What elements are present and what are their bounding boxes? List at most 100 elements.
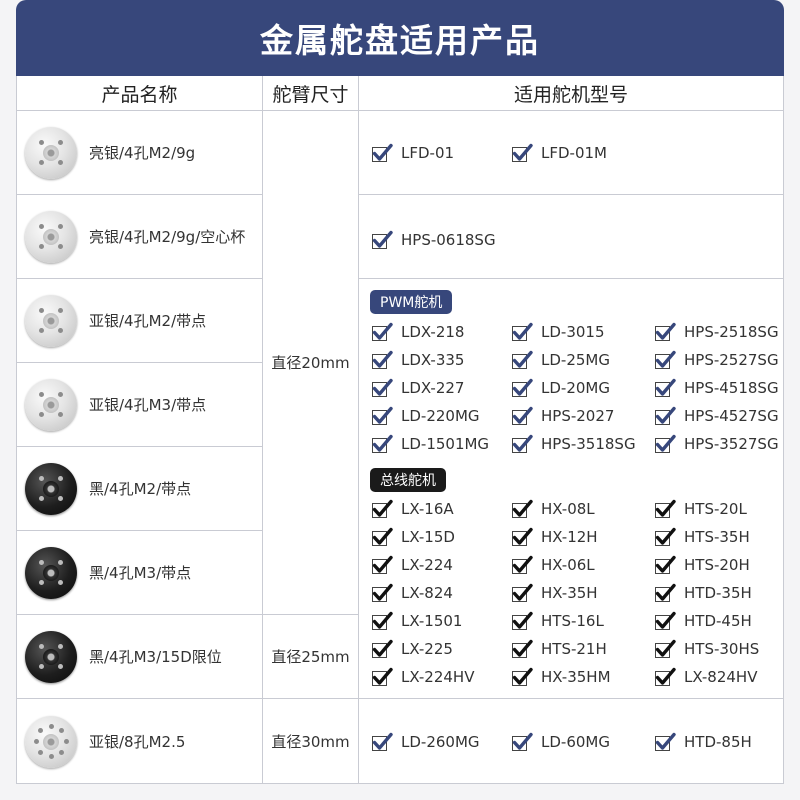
model-item: LX-16A	[371, 498, 454, 520]
model-item: HTS-35H	[654, 526, 750, 548]
model-item: HTD-35H	[654, 582, 752, 604]
mount-hole-icon	[37, 728, 43, 734]
checkbox-checked-icon	[654, 349, 676, 371]
checkbox-checked-icon	[511, 498, 533, 520]
check-mark-icon	[655, 639, 676, 657]
mount-hole-icon	[38, 579, 44, 585]
checkbox-checked-icon	[654, 610, 676, 632]
model-item: LDX-218	[371, 321, 464, 343]
checkbox-checked-icon	[654, 554, 676, 576]
product-row: 黑/4孔M3/15D限位	[17, 615, 263, 699]
checkbox-checked-icon	[654, 638, 676, 660]
checkbox-checked-icon	[511, 610, 533, 632]
product-name: 亚银/8孔M2.5	[89, 733, 186, 751]
model-item: HPS-4527SG	[654, 405, 779, 427]
check-mark-icon	[512, 378, 533, 396]
mount-hole-icon	[38, 476, 44, 482]
checkbox-checked-icon	[511, 526, 533, 548]
model-item: HPS-0618SG	[371, 229, 496, 251]
model-label: HPS-2027	[541, 407, 615, 425]
product-name: 黑/4孔M3/带点	[89, 564, 192, 582]
checkbox-checked-icon	[371, 349, 393, 371]
model-label: LD-25MG	[541, 351, 610, 369]
check-mark-icon	[512, 499, 533, 517]
model-label: HPS-4518SG	[684, 379, 779, 397]
mount-hole-icon	[58, 224, 64, 230]
check-mark-icon	[512, 583, 533, 601]
product-row: 亮银/4孔M2/9g/空心杯	[17, 195, 263, 279]
servo-horn-disc-icon	[25, 630, 77, 683]
model-item: HPS-3527SG	[654, 433, 779, 455]
checkbox-checked-icon	[654, 433, 676, 455]
bus-servo-tag: 总线舵机	[370, 468, 446, 492]
checkbox-checked-icon	[371, 638, 393, 660]
arm-size-cell: 直径30mm	[263, 699, 359, 784]
model-label: HPS-2518SG	[684, 323, 779, 341]
mount-hole-icon	[63, 739, 69, 744]
arm-size-cell: 直径25mm	[263, 615, 359, 699]
mount-hole-icon	[48, 754, 54, 759]
check-mark-icon	[512, 611, 533, 629]
model-label: HTS-21H	[541, 640, 607, 658]
mount-hole-icon	[38, 327, 44, 333]
check-mark-icon	[655, 378, 676, 396]
model-label: HPS-0618SG	[401, 231, 496, 249]
checkbox-checked-icon	[371, 610, 393, 632]
check-mark-icon	[655, 434, 676, 452]
model-label: LDX-227	[401, 379, 465, 397]
checkbox-checked-icon	[371, 405, 393, 427]
check-mark-icon	[372, 555, 393, 573]
model-label: HTS-30HS	[684, 640, 760, 658]
mount-hole-icon	[58, 159, 64, 165]
checkbox-checked-icon	[654, 731, 676, 753]
model-label: HTS-16L	[541, 612, 604, 630]
check-mark-icon	[512, 639, 533, 657]
column-header-arm: 舵臂尺寸	[263, 76, 359, 111]
model-label: HTS-20H	[684, 556, 750, 574]
hub-icon	[43, 228, 59, 245]
model-label: LDX-218	[401, 323, 465, 341]
model-item: HTS-21H	[511, 638, 607, 660]
model-item: LX-224	[371, 554, 453, 576]
model-label: HX-35HM	[541, 668, 611, 686]
model-label: HPS-2527SG	[684, 351, 779, 369]
model-item: LD-260MG	[371, 731, 480, 753]
model-label: LX-224HV	[401, 668, 475, 686]
checkbox-checked-icon	[654, 498, 676, 520]
check-mark-icon	[372, 143, 393, 161]
model-label: HX-08L	[541, 500, 595, 518]
model-label: LD-220MG	[401, 407, 480, 425]
checkbox-checked-icon	[654, 405, 676, 427]
checkbox-checked-icon	[371, 229, 393, 251]
model-label: LX-824	[401, 584, 453, 602]
mount-hole-icon	[59, 728, 65, 734]
product-name: 黑/4孔M3/15D限位	[89, 648, 222, 666]
checkbox-checked-icon	[371, 321, 393, 343]
check-mark-icon	[372, 639, 393, 657]
checkbox-checked-icon	[371, 526, 393, 548]
model-label: HTD-85H	[684, 733, 752, 751]
model-item: HPS-2027	[511, 405, 614, 427]
check-mark-icon	[372, 732, 393, 750]
model-label: LD-60MG	[541, 733, 610, 751]
model-item: HTD-45H	[654, 610, 752, 632]
model-item: LD-60MG	[511, 731, 610, 753]
checkbox-checked-icon	[511, 666, 533, 688]
model-label: LD-260MG	[401, 733, 480, 751]
mount-hole-icon	[37, 749, 43, 755]
model-item: LX-15D	[371, 526, 455, 548]
model-item: HX-08L	[511, 498, 595, 520]
product-row: 亚银/4孔M2/带点	[17, 279, 263, 363]
model-item: LFD-01M	[511, 142, 607, 164]
model-item: HX-12H	[511, 526, 598, 548]
checkbox-checked-icon	[371, 582, 393, 604]
check-mark-icon	[512, 350, 533, 368]
checkbox-checked-icon	[654, 377, 676, 399]
checkbox-checked-icon	[511, 321, 533, 343]
check-mark-icon	[512, 732, 533, 750]
model-item: LX-824	[371, 582, 453, 604]
hub-icon	[43, 396, 59, 413]
mount-hole-icon	[38, 560, 44, 566]
model-item: HPS-4518SG	[654, 377, 779, 399]
servo-horn-disc-icon	[25, 715, 77, 768]
